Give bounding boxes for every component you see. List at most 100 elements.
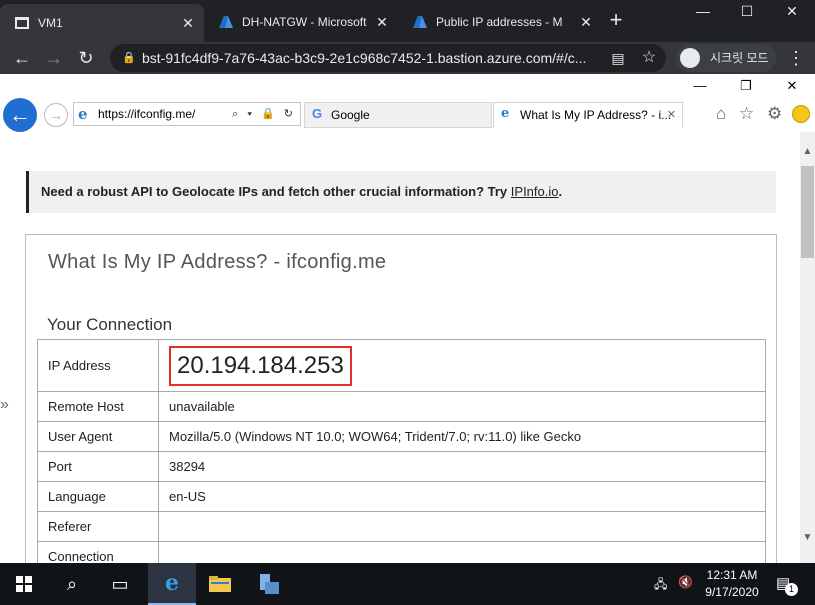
volume-muted-icon[interactable]: 🔇: [678, 575, 693, 589]
azure-icon: [412, 14, 428, 30]
ie-restore-button[interactable]: ❐: [734, 78, 758, 98]
ie-minimize-button[interactable]: —: [688, 78, 712, 98]
ie-window: — ❐ ✕ ← → e https://ifconfig.me/ ⌕ ▾ 🔒 ↻…: [0, 74, 815, 563]
notification-count: 1: [785, 583, 798, 596]
file-explorer-icon[interactable]: [196, 563, 244, 605]
ie-toolbar-icons[interactable]: ⌂ ☆ ⚙: [716, 104, 786, 124]
ie-title-bar: — ❐ ✕: [0, 74, 815, 100]
lock-icon: 🔒: [122, 52, 136, 64]
close-window-button[interactable]: ✕: [770, 0, 814, 24]
double-chevron-right-icon[interactable]: »: [0, 396, 9, 414]
web-page: Need a robust API to Geolocate IPs and f…: [0, 132, 800, 563]
search-icon[interactable]: ⌕: [48, 563, 96, 605]
table-row: Language en-US: [37, 481, 766, 512]
row-value: unavailable: [158, 391, 766, 422]
ie-logo-icon: e: [78, 105, 88, 123]
clock-date: 9/17/2020: [705, 585, 759, 599]
new-tab-button[interactable]: +: [606, 9, 626, 33]
chrome-tab-title: Public IP addresses - M: [436, 15, 563, 29]
table-row: Remote Host unavailable: [37, 391, 766, 422]
scroll-thumb[interactable]: [801, 166, 814, 258]
connection-card: What Is My IP Address? - ifconfig.me You…: [25, 234, 777, 563]
ie-tab-title: Google: [331, 108, 370, 122]
network-icon[interactable]: 🖧: [654, 575, 667, 596]
row-value: 38294: [158, 451, 766, 482]
chrome-tab-vm1[interactable]: VM1 ✕: [0, 4, 204, 42]
ie-address-field[interactable]: e https://ifconfig.me/ ⌕ ▾ 🔒 ↻: [73, 102, 301, 126]
chrome-tab-natgw[interactable]: DH-NATGW - Microsoft ✕: [204, 6, 398, 38]
ie-tab-title: What Is My IP Address? - i...: [520, 108, 672, 122]
row-value: [158, 511, 766, 542]
window-icon: [14, 15, 30, 31]
back-arrow-icon[interactable]: ←: [10, 46, 34, 70]
banner-text: Need a robust API to Geolocate IPs and f…: [41, 184, 511, 199]
windows-taskbar: ⌕ ▭ e 🖧 🔇 12:31 AM 9/17/2020 ▤ 1: [0, 563, 815, 605]
ie-tab-google[interactable]: G Google: [304, 102, 492, 128]
server-manager-icon[interactable]: [244, 563, 292, 605]
row-value: Mozilla/5.0 (Windows NT 10.0; WOW64; Tri…: [158, 421, 766, 452]
ip-address-value: 20.194.184.253: [169, 345, 352, 386]
incognito-icon: [680, 48, 700, 68]
url-text: bst-91fc4df9-7a76-43ac-b3c9-2e1c968c7452…: [142, 50, 587, 66]
minimize-button[interactable]: —: [681, 0, 725, 24]
scroll-up-icon[interactable]: ▲: [800, 144, 815, 160]
maximize-button[interactable]: ☐: [725, 0, 769, 24]
ie-navigation-bar: ← → e https://ifconfig.me/ ⌕ ▾ 🔒 ↻ G Goo…: [0, 98, 815, 132]
ie-address-tools[interactable]: ⌕ ▾ 🔒 ↻: [232, 103, 296, 125]
incognito-badge[interactable]: 시크릿 모드: [676, 44, 776, 72]
ie-tab-close-icon[interactable]: ✕: [667, 103, 676, 127]
internet-explorer-icon[interactable]: e: [148, 563, 196, 605]
chrome-tab-title: VM1: [38, 16, 63, 30]
row-key: Connection: [37, 541, 159, 563]
clock-time: 12:31 AM: [706, 568, 758, 582]
row-value: en-US: [158, 481, 766, 512]
azure-icon: [218, 14, 234, 30]
ipinfo-link[interactable]: IPInfo.io: [511, 184, 559, 199]
chrome-toolbar: ← → ↻ 🔒 bst-91fc4df9-7a76-43ac-b3c9-2e1c…: [0, 42, 815, 74]
table-row: Connection: [37, 541, 766, 563]
forward-arrow-icon[interactable]: →: [42, 46, 66, 70]
vertical-scrollbar[interactable]: ▲ ▼: [800, 132, 815, 563]
windows-start-icon[interactable]: [0, 563, 48, 605]
row-key: Remote Host: [37, 391, 159, 422]
scroll-down-icon[interactable]: ▼: [800, 530, 815, 546]
row-value: 20.194.184.253: [158, 339, 766, 392]
ie-tab-ifconfig[interactable]: e What Is My IP Address? - i... ✕: [493, 102, 683, 128]
bookmark-star-icon[interactable]: ☆: [637, 46, 661, 70]
ie-logo-icon: e: [501, 106, 510, 121]
section-title: Your Connection: [47, 315, 173, 334]
system-clock[interactable]: 12:31 AM 9/17/2020: [696, 567, 768, 601]
close-tab-icon[interactable]: ✕: [372, 14, 392, 31]
chrome-tab-public-ip[interactable]: Public IP addresses - M ✕: [398, 6, 602, 38]
close-tab-icon[interactable]: ✕: [178, 15, 198, 32]
close-tab-icon[interactable]: ✕: [576, 14, 596, 31]
notification-icon[interactable]: ▤ 1: [776, 574, 798, 596]
row-key: Port: [37, 451, 159, 482]
table-row: Port 38294: [37, 451, 766, 482]
clipboard-icon[interactable]: ▤: [606, 46, 630, 70]
ie-close-button[interactable]: ✕: [780, 78, 804, 98]
table-row: IP Address 20.194.184.253: [37, 339, 766, 392]
row-value: [158, 541, 766, 563]
row-key: IP Address: [37, 339, 159, 392]
task-view-icon[interactable]: ▭: [96, 563, 144, 605]
row-key: User Agent: [37, 421, 159, 452]
incognito-label: 시크릿 모드: [710, 51, 769, 65]
banner-end: .: [558, 184, 563, 199]
table-row: User Agent Mozilla/5.0 (Windows NT 10.0;…: [37, 421, 766, 452]
address-bar[interactable]: 🔒 bst-91fc4df9-7a76-43ac-b3c9-2e1c968c74…: [110, 44, 666, 72]
chrome-tab-title: DH-NATGW - Microsoft: [242, 15, 367, 29]
chrome-tab-strip: VM1 ✕ DH-NATGW - Microsoft ✕ Public IP a…: [0, 0, 815, 42]
reload-icon[interactable]: ↻: [74, 46, 98, 70]
connection-table: IP Address 20.194.184.253 Remote Host un…: [37, 339, 766, 563]
feedback-smiley-icon[interactable]: [792, 105, 810, 123]
ie-back-icon[interactable]: ←: [3, 98, 37, 132]
row-key: Referer: [37, 511, 159, 542]
promo-banner: Need a robust API to Geolocate IPs and f…: [26, 171, 776, 213]
row-key: Language: [37, 481, 159, 512]
menu-kebab-icon[interactable]: ⋮: [784, 46, 808, 70]
google-icon: G: [312, 106, 323, 121]
ie-address-text: https://ifconfig.me/: [98, 107, 196, 121]
ie-forward-icon[interactable]: →: [44, 103, 68, 127]
table-row: Referer: [37, 511, 766, 542]
